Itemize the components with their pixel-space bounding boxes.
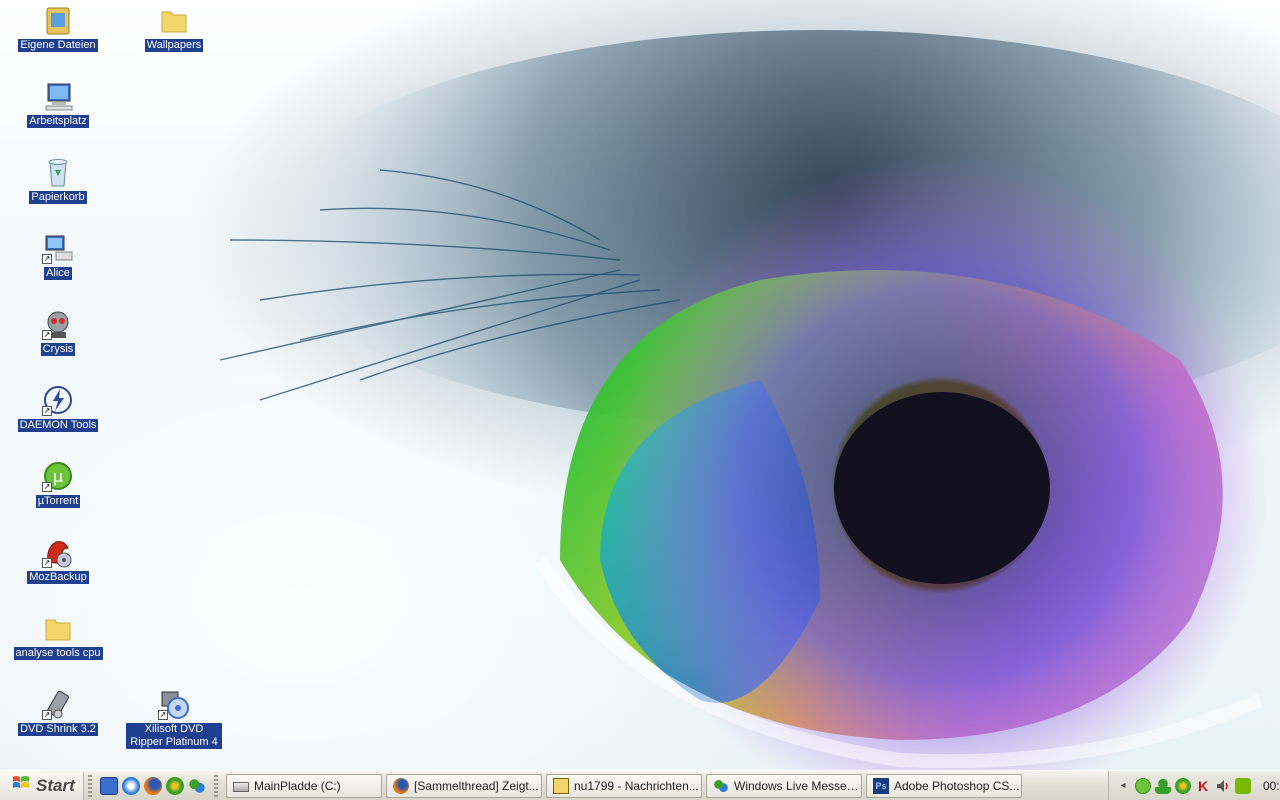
task-label: Windows Live Messen... xyxy=(734,778,861,793)
tray-expand-icon[interactable]: ◂ xyxy=(1115,778,1131,794)
my-documents-icon xyxy=(42,4,74,36)
my-computer-icon xyxy=(42,80,74,112)
desktop-icon-alice[interactable]: ↗ Alice xyxy=(8,232,108,280)
internet-explorer-icon[interactable] xyxy=(122,776,140,795)
icq-icon[interactable] xyxy=(1175,778,1191,794)
desktop-icon-crysis[interactable]: ↗ Crysis xyxy=(8,308,108,356)
desktop-icon-label: µTorrent xyxy=(35,495,81,508)
desktop-icon-label: Eigene Dateien xyxy=(18,39,98,52)
recycle-bin-icon xyxy=(42,156,74,188)
shortcut-arrow-icon: ↗ xyxy=(42,482,52,492)
desktop-icon-daemon-tools[interactable]: ↗ DAEMON Tools xyxy=(8,384,108,432)
system-tray: ◂ K 00:25 xyxy=(1108,771,1280,800)
drive-icon xyxy=(233,782,249,792)
desktop-icon-xilisoft-dvd-ripper[interactable]: ↗ Xilisoft DVD Ripper Platinum 4 xyxy=(124,688,224,749)
desktop-icon-eigene-dateien[interactable]: Eigene Dateien xyxy=(8,4,108,52)
desktop-icon-label: Xilisoft DVD Ripper Platinum 4 xyxy=(126,723,222,749)
show-desktop-icon[interactable] xyxy=(100,776,118,795)
utorrent-icon[interactable] xyxy=(1135,778,1151,794)
start-label: Start xyxy=(36,775,75,795)
shortcut-arrow-icon: ↗ xyxy=(42,558,52,568)
desktop-icon-label: Arbeitsplatz xyxy=(27,115,89,128)
taskbar: Start MainPladde (C:) [Sammelthread] Zei… xyxy=(0,770,1280,800)
utorrent-icon: µ ↗ xyxy=(42,460,74,492)
desktop-icon-papierkorb[interactable]: Papierkorb xyxy=(8,156,108,204)
eye-artwork xyxy=(219,30,1280,770)
messenger-icon[interactable] xyxy=(1155,778,1171,794)
mail-icon xyxy=(553,777,569,794)
system-clock[interactable]: 00:25 xyxy=(1263,779,1280,793)
firefox-icon[interactable] xyxy=(144,776,162,795)
desktop-icon-label: Papierkorb xyxy=(29,191,87,204)
daemon-tools-icon: ↗ xyxy=(42,384,74,416)
task-list: MainPladde (C:) [Sammelthread] Zeigt... … xyxy=(222,773,1022,798)
messenger-icon xyxy=(713,777,729,794)
shortcut-arrow-icon: ↗ xyxy=(42,330,52,340)
desktop-icon-label: Wallpapers xyxy=(144,39,204,52)
volume-icon[interactable] xyxy=(1215,778,1231,794)
task-label: MainPladde (C:) xyxy=(254,778,341,793)
crysis-game-icon: ↗ xyxy=(42,308,74,340)
desktop-icon-analyse-tools-cpu[interactable]: analyse tools cpu xyxy=(8,612,108,660)
shortcut-arrow-icon: ↗ xyxy=(42,710,52,720)
quick-launch-bar xyxy=(96,776,210,795)
desktop-icon-label: MozBackup xyxy=(27,571,89,584)
desktop-icon-mozbackup[interactable]: ↗ MozBackup xyxy=(8,536,108,584)
icq-icon[interactable] xyxy=(166,776,184,795)
desktop-icon-label: DAEMON Tools xyxy=(17,419,99,432)
task-label: Adobe Photoshop CS... xyxy=(894,778,1020,793)
folder-icon xyxy=(42,612,74,644)
shortcut-arrow-icon: ↗ xyxy=(42,254,52,264)
task-button-firefox[interactable]: [Sammelthread] Zeigt... xyxy=(386,773,542,798)
task-label: [Sammelthread] Zeigt... xyxy=(414,778,539,793)
messenger-icon[interactable] xyxy=(188,776,206,795)
svg-text:µ: µ xyxy=(53,467,63,486)
desktop-icon-label: Alice xyxy=(44,267,72,280)
windows-logo-icon xyxy=(12,774,30,797)
task-label: nu1799 - Nachrichten... xyxy=(574,778,699,793)
task-button-mail[interactable]: nu1799 - Nachrichten... xyxy=(546,773,702,798)
desktop-wallpaper xyxy=(0,0,1280,770)
shortcut-arrow-icon: ↗ xyxy=(42,406,52,416)
start-button[interactable]: Start xyxy=(0,771,84,800)
task-button-photoshop[interactable]: Ps Adobe Photoshop CS... xyxy=(866,773,1022,798)
task-button-explorer[interactable]: MainPladde (C:) xyxy=(226,773,382,798)
toolbar-grip[interactable] xyxy=(88,774,92,797)
desktop-icon-dvd-shrink[interactable]: ↗ DVD Shrink 3.2 xyxy=(8,688,108,736)
desktop-icon-wallpapers[interactable]: Wallpapers xyxy=(124,4,224,52)
desktop-icon-label: DVD Shrink 3.2 xyxy=(18,723,98,736)
nvidia-icon[interactable] xyxy=(1235,778,1251,794)
desktop-icon-label: Crysis xyxy=(40,343,76,356)
task-button-messenger[interactable]: Windows Live Messen... xyxy=(706,773,862,798)
dvd-shrink-icon: ↗ xyxy=(42,688,74,720)
desktop-icon-label: analyse tools cpu xyxy=(13,647,103,660)
desktop-icon-arbeitsplatz[interactable]: Arbeitsplatz xyxy=(8,80,108,128)
photoshop-icon: Ps xyxy=(873,777,889,794)
folder-icon xyxy=(158,4,190,36)
desktop-icon-utorrent[interactable]: µ ↗ µTorrent xyxy=(8,460,108,508)
network-computer-icon: ↗ xyxy=(42,232,74,264)
kaspersky-icon[interactable]: K xyxy=(1195,778,1211,794)
xilisoft-dvd-ripper-icon: ↗ xyxy=(158,688,190,720)
mozbackup-icon: ↗ xyxy=(42,536,74,568)
shortcut-arrow-icon: ↗ xyxy=(158,710,168,720)
firefox-icon xyxy=(393,777,409,794)
toolbar-grip[interactable] xyxy=(214,774,218,797)
